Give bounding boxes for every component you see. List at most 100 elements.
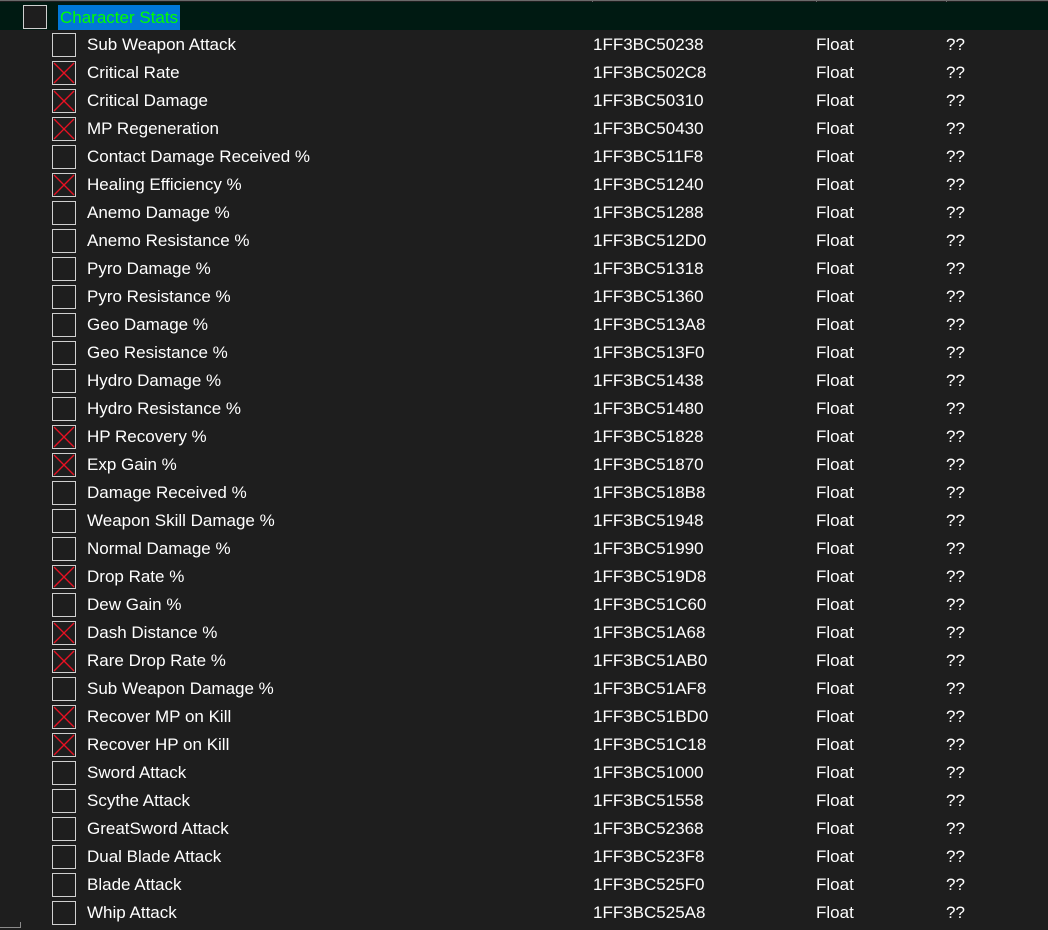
entry-description: Weapon Skill Damage %	[87, 511, 275, 530]
table-row[interactable]: Sub Weapon Damage % 1FF3BC51AF8 Float??	[0, 674, 1048, 702]
entry-value: ??	[946, 875, 965, 894]
table-row[interactable]: Damage Received % 1FF3BC518B8 Float??	[0, 478, 1048, 506]
entry-value: ??	[946, 427, 965, 446]
entry-description: Critical Rate	[87, 63, 180, 82]
active-checkbox[interactable]	[52, 341, 76, 365]
active-checkbox[interactable]	[52, 537, 76, 561]
active-checkbox[interactable]	[52, 61, 76, 85]
table-row[interactable]: Blade Attack 1FF3BC525F0 Float??	[0, 870, 1048, 898]
active-checkbox[interactable]	[52, 705, 76, 729]
table-row[interactable]: Hydro Damage % 1FF3BC51438 Float??	[0, 366, 1048, 394]
table-row[interactable]: GreatSword Attack 1FF3BC52368 Float??	[0, 814, 1048, 842]
active-checkbox[interactable]	[52, 257, 76, 281]
active-checkbox[interactable]	[52, 761, 76, 785]
table-row[interactable]: Dual Blade Attack 1FF3BC523F8 Float??	[0, 842, 1048, 870]
table-row[interactable]: Drop Rate % 1FF3BC519D8 Float??	[0, 562, 1048, 590]
table-row[interactable]: Sub Weapon Attack 1FF3BC50238 Float??	[0, 30, 1048, 58]
table-row[interactable]: Geo Damage % 1FF3BC513A8 Float??	[0, 310, 1048, 338]
entry-value: ??	[946, 483, 965, 502]
table-row[interactable]: Whip Attack 1FF3BC525A8 Float??	[0, 898, 1048, 926]
active-checkbox[interactable]	[52, 33, 76, 57]
group-active-checkbox[interactable]	[23, 5, 47, 29]
table-row[interactable]: Sword Attack 1FF3BC51000 Float??	[0, 758, 1048, 786]
active-checkbox[interactable]	[52, 481, 76, 505]
active-checkbox[interactable]	[52, 593, 76, 617]
table-row[interactable]: Anemo Damage % 1FF3BC51288 Float??	[0, 198, 1048, 226]
x-mark-icon	[53, 734, 75, 756]
entry-type: Float	[816, 315, 854, 334]
table-row[interactable]: Recover HP on Kill 1FF3BC51C18 Float??	[0, 730, 1048, 758]
active-checkbox[interactable]	[52, 817, 76, 841]
table-row[interactable]: Pyro Resistance % 1FF3BC51360 Float??	[0, 282, 1048, 310]
entry-description: Anemo Damage %	[87, 203, 230, 222]
active-checkbox[interactable]	[52, 285, 76, 309]
table-row[interactable]: Dash Distance % 1FF3BC51A68 Float??	[0, 618, 1048, 646]
active-checkbox[interactable]	[52, 873, 76, 897]
active-checkbox[interactable]	[52, 313, 76, 337]
entry-type: Float	[816, 679, 854, 698]
active-checkbox[interactable]	[52, 649, 76, 673]
entry-description: Sub Weapon Attack	[87, 35, 237, 54]
active-checkbox[interactable]	[52, 397, 76, 421]
entry-description: Recover MP on Kill	[87, 707, 232, 726]
entry-description: Blade Attack	[87, 875, 182, 894]
active-checkbox[interactable]	[52, 509, 76, 533]
active-checkbox[interactable]	[52, 229, 76, 253]
entry-address: 1FF3BC523F8	[593, 847, 705, 866]
entry-address: 1FF3BC50310	[593, 91, 704, 110]
table-row[interactable]: Critical Damage 1FF3BC50310 Float??	[0, 86, 1048, 114]
entry-address: 1FF3BC51BD0	[593, 707, 709, 726]
active-checkbox[interactable]	[52, 89, 76, 113]
table-row[interactable]: Exp Gain % 1FF3BC51870 Float??	[0, 450, 1048, 478]
active-checkbox[interactable]	[52, 425, 76, 449]
x-mark-icon	[53, 566, 75, 588]
active-checkbox[interactable]	[52, 565, 76, 589]
active-checkbox[interactable]	[52, 453, 76, 477]
table-row[interactable]: Anemo Resistance % 1FF3BC512D0 Float??	[0, 226, 1048, 254]
table-row[interactable]: Contact Damage Received % 1FF3BC511F8 Floa…	[0, 142, 1048, 170]
entry-value: ??	[946, 119, 965, 138]
entry-type: Float	[816, 567, 854, 586]
active-checkbox[interactable]	[52, 145, 76, 169]
table-row[interactable]: Scythe Attack 1FF3BC51558 Float??	[0, 786, 1048, 814]
x-mark-icon	[53, 426, 75, 448]
entry-description: Dash Distance %	[87, 623, 218, 642]
entry-type: Float	[816, 343, 854, 362]
table-row[interactable]: Rare Drop Rate % 1FF3BC51AB0 Float??	[0, 646, 1048, 674]
table-row[interactable]: Dew Gain % 1FF3BC51C60 Float??	[0, 590, 1048, 618]
group-header-row[interactable]: Character Stats	[0, 2, 1048, 30]
active-checkbox[interactable]	[52, 845, 76, 869]
entry-address: 1FF3BC502C8	[593, 63, 707, 82]
entry-value: ??	[946, 819, 965, 838]
entry-address: 1FF3BC519D8	[593, 567, 707, 586]
group-title[interactable]: Character Stats	[58, 5, 181, 30]
entry-value: ??	[946, 147, 965, 166]
x-mark-icon	[53, 62, 75, 84]
active-checkbox[interactable]	[52, 621, 76, 645]
table-row[interactable]: Weapon Skill Damage % 1FF3BC51948 Float??	[0, 506, 1048, 534]
active-checkbox[interactable]	[52, 201, 76, 225]
table-row[interactable]: Pyro Damage % 1FF3BC51318 Float??	[0, 254, 1048, 282]
active-checkbox[interactable]	[52, 117, 76, 141]
table-row[interactable]: MP Regeneration 1FF3BC50430 Float??	[0, 114, 1048, 142]
table-row[interactable]: HP Recovery % 1FF3BC51828 Float??	[0, 422, 1048, 450]
active-checkbox[interactable]	[52, 677, 76, 701]
active-checkbox[interactable]	[52, 901, 76, 925]
entry-type: Float	[816, 63, 854, 82]
table-row[interactable]: Healing Efficiency % 1FF3BC51240 Float??	[0, 170, 1048, 198]
active-checkbox[interactable]	[52, 173, 76, 197]
table-row[interactable]: Normal Damage % 1FF3BC51990 Float??	[0, 534, 1048, 562]
entry-type: Float	[816, 455, 854, 474]
entry-type: Float	[816, 231, 854, 250]
table-row[interactable]: Geo Resistance % 1FF3BC513F0 Float??	[0, 338, 1048, 366]
entry-type: Float	[816, 651, 854, 670]
table-row[interactable]: Hydro Resistance % 1FF3BC51480 Float??	[0, 394, 1048, 422]
active-checkbox[interactable]	[52, 369, 76, 393]
table-row[interactable]: Critical Rate 1FF3BC502C8 Float??	[0, 58, 1048, 86]
table-row[interactable]: Recover MP on Kill 1FF3BC51BD0 Float??	[0, 702, 1048, 730]
entry-address: 1FF3BC51558	[593, 791, 704, 810]
active-checkbox[interactable]	[52, 733, 76, 757]
entry-description: Hydro Resistance %	[87, 399, 242, 418]
entry-address: 1FF3BC51AB0	[593, 651, 708, 670]
active-checkbox[interactable]	[52, 789, 76, 813]
